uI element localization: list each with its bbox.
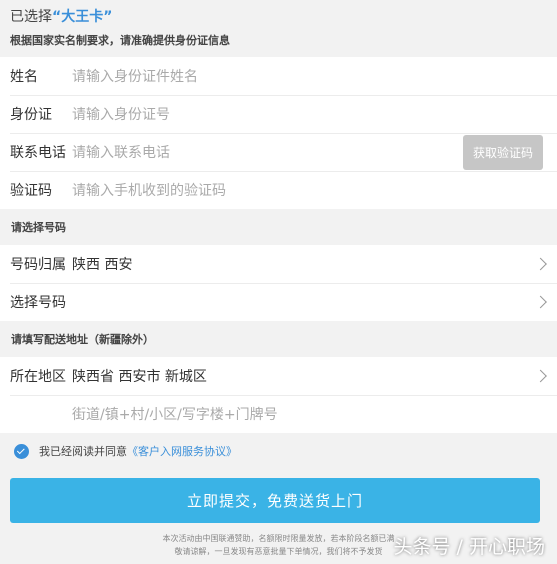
id-label: 身份证	[10, 107, 52, 123]
code-input[interactable]: 请输入手机收到的验证码	[72, 180, 226, 200]
realname-notice: 根据国家实名制要求，请准确提供身份证信息	[10, 34, 230, 47]
code-row[interactable]: 验证码 请输入手机收到的验证码	[0, 171, 557, 209]
chevron-right-icon	[534, 369, 547, 383]
chevron-right-icon	[534, 257, 547, 271]
choose-number-row[interactable]: 选择号码	[0, 283, 557, 321]
agreement-link[interactable]: 《客户入网服务协议》	[127, 443, 237, 459]
number-section-title: 请选择号码	[0, 209, 557, 245]
number-location-value: 陕西 西安	[72, 257, 133, 273]
code-label: 验证码	[10, 183, 52, 199]
get-code-button[interactable]: 获取验证码	[463, 135, 543, 170]
phone-label: 联系电话	[10, 145, 66, 161]
name-row[interactable]: 姓名 请输入身份证件姓名	[0, 57, 557, 95]
street-row[interactable]: 街道/镇+村/小区/写字楼+门牌号	[0, 395, 557, 433]
region-row[interactable]: 所在地区 陕西省 西安市 新城区	[0, 357, 557, 395]
name-input[interactable]: 请输入身份证件姓名	[72, 66, 198, 86]
selected-card-line: 已选择“大王卡”	[10, 8, 547, 26]
checkbox-checked-icon[interactable]	[14, 443, 29, 459]
name-label: 姓名	[10, 69, 38, 85]
number-location-label: 号码归属	[10, 257, 66, 273]
selected-card-name: “大王卡”	[52, 9, 113, 25]
watermark: 头条号 / 开心职场	[393, 536, 545, 558]
number-location-row[interactable]: 号码归属 陕西 西安	[0, 245, 557, 283]
identity-form: 姓名 请输入身份证件姓名 身份证 请输入身份证号 联系电话 请输入联系电话 获取…	[0, 57, 557, 209]
address-section-title: 请填写配送地址（新疆除外）	[0, 321, 557, 357]
number-form: 号码归属 陕西 西安 选择号码	[0, 245, 557, 321]
street-input[interactable]: 街道/镇+村/小区/写字楼+门牌号	[72, 404, 278, 424]
agreement-row: 我已经阅读并同意 《客户入网服务协议》	[0, 433, 557, 469]
phone-input[interactable]: 请输入联系电话	[72, 142, 170, 162]
address-form: 所在地区 陕西省 西安市 新城区 街道/镇+村/小区/写字楼+门牌号	[0, 357, 557, 433]
choose-number-label: 选择号码	[10, 295, 66, 311]
region-value: 陕西省 西安市 新城区	[72, 369, 207, 385]
id-input[interactable]: 请输入身份证号	[72, 104, 170, 124]
selected-prefix: 已选择	[10, 9, 52, 25]
phone-row[interactable]: 联系电话 请输入联系电话 获取验证码	[0, 133, 557, 171]
page-header: 已选择“大王卡” 根据国家实名制要求，请准确提供身份证信息	[0, 0, 557, 57]
chevron-right-icon	[534, 295, 547, 309]
agreement-prefix: 我已经阅读并同意	[39, 445, 127, 458]
id-row[interactable]: 身份证 请输入身份证号	[0, 95, 557, 133]
submit-button[interactable]: 立即提交，免费送货上门	[10, 478, 540, 523]
region-label: 所在地区	[10, 369, 66, 385]
